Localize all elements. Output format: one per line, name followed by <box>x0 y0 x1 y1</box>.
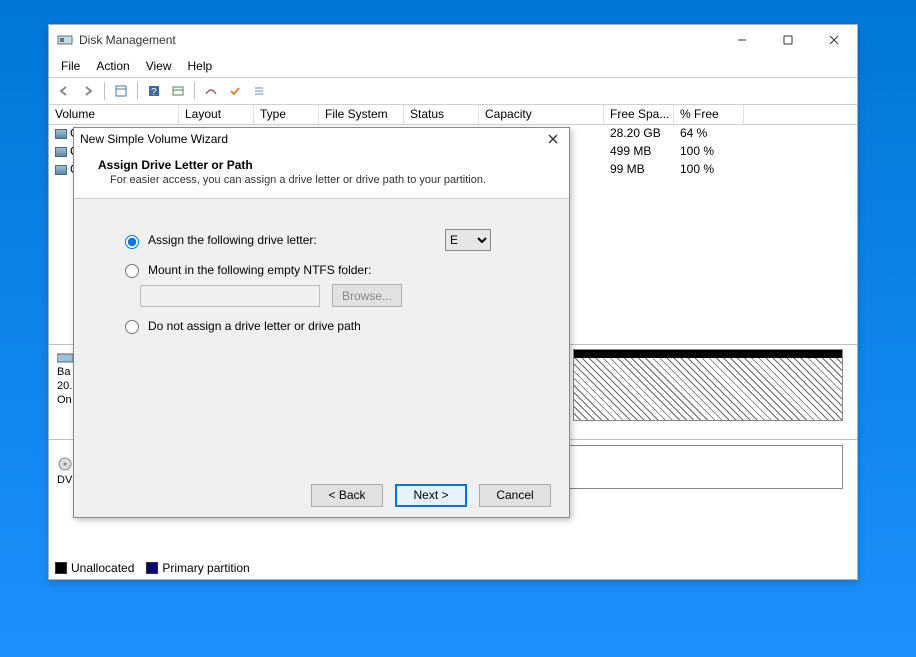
volume-icon <box>55 147 67 157</box>
browse-button: Browse... <box>332 284 402 307</box>
legend: Unallocated Primary partition <box>55 561 250 575</box>
col-volume[interactable]: Volume <box>49 105 179 124</box>
wizard-header: Assign Drive Letter or Path For easier a… <box>74 150 569 199</box>
menu-view[interactable]: View <box>138 57 180 75</box>
wizard-title: New Simple Volume Wizard <box>80 132 543 146</box>
volume-list-header: Volume Layout Type File System Status Ca… <box>49 105 857 125</box>
disk0-partition-unallocated[interactable] <box>573 349 843 421</box>
volume-icon <box>55 129 67 139</box>
legend-unallocated-swatch <box>55 562 67 574</box>
list-icon[interactable] <box>248 80 270 102</box>
settings-icon[interactable] <box>200 80 222 102</box>
legend-unallocated-label: Unallocated <box>71 561 134 575</box>
window-title: Disk Management <box>79 33 719 47</box>
maximize-button[interactable] <box>765 25 811 55</box>
cancel-button[interactable]: Cancel <box>479 484 551 507</box>
toolbar: ? <box>49 77 857 105</box>
close-button[interactable] <box>811 25 857 55</box>
mount-folder-input <box>140 285 320 307</box>
label-mount-folder: Mount in the following empty NTFS folder… <box>148 263 371 277</box>
rescan-icon[interactable] <box>167 80 189 102</box>
wizard-subheading: For easier access, you can assign a driv… <box>110 174 549 186</box>
legend-primary-swatch <box>146 562 158 574</box>
label-assign-letter: Assign the following drive letter: <box>148 233 317 247</box>
wizard-body: Assign the following drive letter: E Mou… <box>74 199 569 473</box>
new-simple-volume-wizard: New Simple Volume Wizard Assign Drive Le… <box>73 127 570 518</box>
disk0-meta: Ba 20. On <box>57 351 73 407</box>
minimize-button[interactable] <box>719 25 765 55</box>
svg-text:?: ? <box>151 87 157 98</box>
cdrom-meta: DV <box>57 457 73 486</box>
wizard-footer: < Back Next > Cancel <box>74 473 569 517</box>
col-status[interactable]: Status <box>404 105 479 124</box>
radio-mount-folder[interactable] <box>125 264 139 278</box>
legend-primary-label: Primary partition <box>162 561 249 575</box>
menu-help[interactable]: Help <box>180 57 221 75</box>
col-filesystem[interactable]: File System <box>319 105 404 124</box>
back-button[interactable]: < Back <box>311 484 383 507</box>
next-button[interactable]: Next > <box>395 484 467 507</box>
col-freespace[interactable]: Free Spa... <box>604 105 674 124</box>
titlebar: Disk Management <box>49 25 857 55</box>
wizard-close-button[interactable] <box>543 131 563 147</box>
volume-icon <box>55 165 67 175</box>
col-layout[interactable]: Layout <box>179 105 254 124</box>
menu-file[interactable]: File <box>53 57 88 75</box>
wizard-titlebar: New Simple Volume Wizard <box>74 128 569 150</box>
radio-no-assign[interactable] <box>125 320 139 334</box>
menubar: File Action View Help <box>49 55 857 77</box>
help-icon[interactable]: ? <box>143 80 165 102</box>
wizard-heading: Assign Drive Letter or Path <box>98 158 549 172</box>
col-type[interactable]: Type <box>254 105 319 124</box>
label-no-assign: Do not assign a drive letter or drive pa… <box>148 319 361 333</box>
radio-assign-letter[interactable] <box>125 235 139 249</box>
col-capacity[interactable]: Capacity <box>479 105 604 124</box>
refresh-icon[interactable] <box>110 80 132 102</box>
col-pctfree[interactable]: % Free <box>674 105 744 124</box>
back-icon[interactable] <box>53 80 75 102</box>
properties-icon[interactable] <box>224 80 246 102</box>
menu-action[interactable]: Action <box>88 57 137 75</box>
app-icon <box>57 32 73 48</box>
forward-icon[interactable] <box>77 80 99 102</box>
drive-letter-select[interactable]: E <box>445 229 491 251</box>
